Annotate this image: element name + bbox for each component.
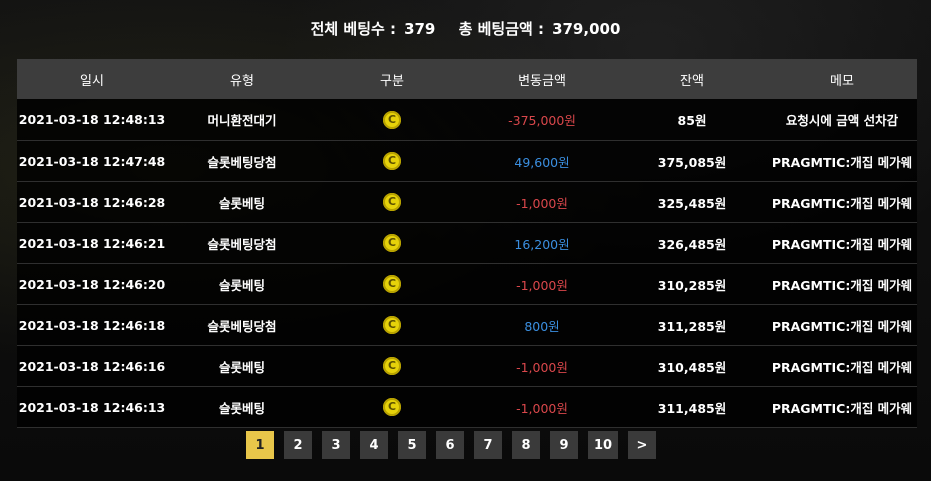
page-button-6[interactable]: 6 [436,431,464,459]
cell-memo: PRAGMTIC:개집 메가웨 [767,222,917,264]
cell-balance: 310,485원 [617,345,767,387]
cell-category [317,140,467,182]
coin-icon [383,357,401,375]
page-button-1[interactable]: 1 [246,431,274,459]
table-row: 2021-03-18 12:48:13머니환전대기 -375,000원85원요청시… [17,99,917,141]
cell-change: 16,200원 [467,222,617,264]
coin-icon [383,234,401,252]
header-category: 구분 [317,59,467,99]
coin-icon [383,398,401,416]
cell-datetime: 2021-03-18 12:46:21 [17,222,167,264]
cell-balance: 311,285원 [617,304,767,346]
total-amount-label: 총 베팅금액 : [458,20,545,38]
betting-summary: 전체 베팅수 : 379 총 베팅금액 : 379,000 [0,18,931,39]
page-button-5[interactable]: 5 [398,431,426,459]
cell-datetime: 2021-03-18 12:48:13 [17,99,167,141]
total-bets-value: 379 [404,20,436,38]
cell-change: -1,000원 [467,181,617,223]
header-change: 변동금액 [467,59,617,99]
cell-balance: 326,485원 [617,222,767,264]
coin-icon [383,152,401,170]
cell-balance: 85원 [617,99,767,141]
cell-memo: PRAGMTIC:개집 메가웨 [767,386,917,428]
coin-icon [383,193,401,211]
cell-datetime: 2021-03-18 12:46:18 [17,304,167,346]
page-button-7[interactable]: 7 [474,431,502,459]
table-row: 2021-03-18 12:46:20슬롯베팅 -1,000원310,285원PR… [17,263,917,305]
cell-category [317,99,467,141]
cell-memo: PRAGMTIC:개집 메가웨 [767,181,917,223]
betting-history-table: 일시 유형 구분 변동금액 잔액 메모 2021-03-18 12:48:13 머… [17,59,917,428]
cell-datetime: 2021-03-18 12:46:16 [17,345,167,387]
table-row: 2021-03-18 12:46:16슬롯베팅 -1,000원310,485원PR… [17,345,917,387]
cell-balance: 375,085원 [617,140,767,182]
total-bets-label: 전체 베팅수 : [310,20,397,38]
table-row: 2021-03-18 12:46:28슬롯베팅 -1,000원325,485원PR… [17,181,917,223]
cell-memo: PRAGMTIC:개집 메가웨 [767,345,917,387]
page-button-10[interactable]: 10 [588,431,618,459]
cell-datetime: 2021-03-18 12:46:13 [17,386,167,428]
header-balance: 잔액 [617,59,767,99]
cell-balance: 311,485원 [617,386,767,428]
page-button-2[interactable]: 2 [284,431,312,459]
header-memo: 메모 [767,59,917,99]
cell-change: -1,000원 [467,386,617,428]
cell-type: 머니환전대기 [167,99,317,141]
cell-balance: 310,285원 [617,263,767,305]
cell-type: 슬롯베팅 [167,263,317,305]
cell-memo: 요청시에 금액 선차감 [767,99,917,141]
header-datetime: 일시 [17,59,167,99]
cell-type: 슬롯베팅 [167,386,317,428]
cell-memo: PRAGMTIC:개집 메가웨 [767,263,917,305]
cell-datetime: 2021-03-18 12:46:28 [17,181,167,223]
table-row: 2021-03-18 12:47:48슬롯베팅당첨 49,600원375,085원… [17,140,917,182]
coin-icon [383,275,401,293]
cell-memo: PRAGMTIC:개집 메가웨 [767,140,917,182]
cell-category [317,345,467,387]
table-row: 2021-03-18 12:46:18슬롯베팅당첨 800원311,285원PRA… [17,304,917,346]
cell-category [317,386,467,428]
page-button-8[interactable]: 8 [512,431,540,459]
cell-type: 슬롯베팅당첨 [167,304,317,346]
cell-type: 슬롯베팅 [167,181,317,223]
pagination: 1 2 3 4 5 6 7 8 9 10 > [246,431,656,459]
coin-icon [383,110,401,129]
cell-type: 슬롯베팅당첨 [167,222,317,264]
page-button-3[interactable]: 3 [322,431,350,459]
page-button-9[interactable]: 9 [550,431,578,459]
cell-category [317,181,467,223]
next-page-button[interactable]: > [628,431,656,459]
table-row: 2021-03-18 12:46:21슬롯베팅당첨 16,200원326,485원… [17,222,917,264]
cell-change: 49,600원 [467,140,617,182]
cell-datetime: 2021-03-18 12:47:48 [17,140,167,182]
cell-change: -375,000원 [467,99,617,141]
cell-memo: PRAGMTIC:개집 메가웨 [767,304,917,346]
cell-change: -1,000원 [467,263,617,305]
cell-type: 슬롯베팅당첨 [167,140,317,182]
cell-category [317,304,467,346]
table-header-row: 일시 유형 구분 변동금액 잔액 메모 [17,59,917,99]
cell-datetime: 2021-03-18 12:46:20 [17,263,167,305]
cell-change: 800원 [467,304,617,346]
cell-change: -1,000원 [467,345,617,387]
page-button-4[interactable]: 4 [360,431,388,459]
cell-category [317,263,467,305]
header-type: 유형 [167,59,317,99]
cell-balance: 325,485원 [617,181,767,223]
cell-type: 슬롯베팅 [167,345,317,387]
coin-icon [383,316,401,334]
cell-category [317,222,467,264]
total-amount-value: 379,000 [552,20,621,38]
table-row: 2021-03-18 12:46:13슬롯베팅 -1,000원311,485원PR… [17,386,917,428]
